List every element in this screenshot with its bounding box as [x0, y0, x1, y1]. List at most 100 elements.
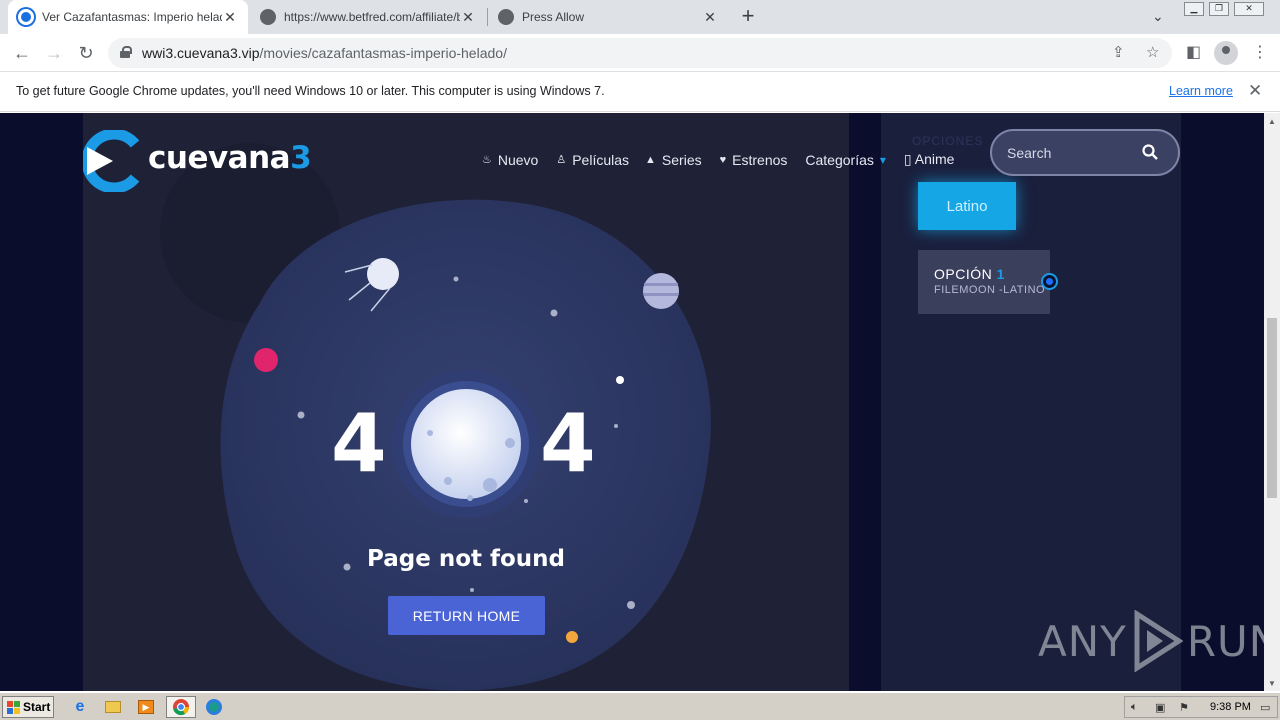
main-nav: ♨ Nuevo ♙ Películas ▲ Series ♥ Estrenos Cate… — [482, 151, 954, 168]
logo-word: cuevana — [148, 140, 291, 176]
new-tab-button[interactable]: + — [736, 4, 760, 30]
star — [616, 376, 624, 384]
show-desktop-icon[interactable]: ▭ — [1260, 701, 1270, 714]
star — [524, 499, 528, 503]
option-title: OPCIÓN 1 — [934, 266, 1050, 282]
learn-more-link[interactable]: Learn more — [1169, 84, 1233, 98]
moon-crater — [427, 430, 433, 436]
page-not-found-heading: Page not found — [366, 546, 566, 572]
play-logo-icon — [1134, 610, 1183, 672]
clock[interactable]: 9:38 PM — [1210, 701, 1251, 713]
action-center-flag-icon[interactable]: ⚑ — [1179, 701, 1189, 714]
nav-label: Series — [661, 151, 702, 168]
tab-search-chevron-icon[interactable]: ⌄ — [1152, 8, 1164, 25]
nav-label: Películas — [572, 151, 630, 168]
nav-item-series[interactable]: ▲ Series — [645, 151, 702, 168]
search-icon[interactable] — [1142, 144, 1158, 160]
satellite — [367, 258, 399, 290]
system-tray: 🔈︎ ▣ ⚑ 9:38 PM ▭ — [1124, 696, 1278, 718]
volume-icon[interactable]: 🔈︎ — [1131, 701, 1138, 714]
return-home-button[interactable]: RETURN HOME — [388, 596, 545, 635]
profile-avatar[interactable] — [1214, 41, 1238, 65]
close-tab-icon[interactable]: ✕ — [702, 9, 718, 26]
moon-crater — [505, 438, 515, 448]
tab-press-allow[interactable]: Press Allow ✕ — [488, 0, 728, 34]
chrome-icon[interactable] — [166, 696, 196, 718]
cuevana-logo-mark-icon — [83, 130, 140, 192]
orange-star — [566, 631, 578, 643]
internet-explorer-icon[interactable]: e — [68, 696, 92, 718]
windows-flag-icon — [7, 700, 20, 714]
back-button[interactable]: ← — [9, 40, 35, 66]
cuevana-logo[interactable]: cuevana3 — [83, 130, 333, 192]
triangle-icon: ▲ — [645, 153, 656, 166]
nav-item-anime[interactable]: ▯ Anime — [904, 151, 955, 168]
planet-stripe — [644, 283, 678, 286]
moon-crater — [483, 478, 497, 492]
share-icon[interactable]: ⇪ — [1112, 43, 1125, 61]
start-label: Start — [23, 700, 51, 714]
url-text[interactable]: wwi3.cuevana3.vip/movies/cazafantasmas-i… — [142, 45, 507, 61]
forward-button[interactable]: → — [41, 40, 67, 66]
star — [470, 588, 474, 592]
page-viewport: 4 4 Page not found RETURN HOME cuevana3 … — [0, 113, 1264, 691]
option-label: OPCIÓN — [934, 266, 993, 282]
planet-stripe — [644, 293, 678, 296]
error-digit-right: 4 — [540, 397, 596, 490]
tab-title: https://www.betfred.com/affiliate/b — [284, 10, 460, 24]
flame-icon: ♨ — [482, 154, 492, 166]
menu-kebab-icon[interactable]: ⋮ — [1252, 42, 1268, 62]
page-scrollbar[interactable]: ▲ ▼ — [1264, 113, 1280, 691]
start-button[interactable]: Start — [2, 696, 54, 718]
option-server: FILEMOON -LATINO — [934, 284, 1046, 296]
pink-planet — [254, 348, 278, 372]
nav-label: Nuevo — [497, 151, 539, 168]
nav-item-peliculas[interactable]: ♙ Películas — [556, 151, 629, 168]
star — [627, 601, 635, 609]
globe-icon — [498, 9, 514, 25]
tab-cuevana[interactable]: Ver Cazafantasmas: Imperio helado ✕ — [8, 0, 248, 34]
server-option-card[interactable]: OPCIÓN 1 FILEMOON -LATINO — [918, 250, 1050, 314]
address-bar[interactable]: wwi3.cuevana3.vip/movies/cazafantasmas-i… — [108, 38, 1172, 68]
media-player-icon[interactable]: ▶ — [134, 696, 158, 718]
lock-icon[interactable] — [120, 46, 132, 58]
cursor-indicator-icon — [1043, 275, 1056, 288]
site-search-input[interactable]: Search — [990, 129, 1180, 176]
edge-icon[interactable] — [202, 696, 226, 718]
tab-betfred[interactable]: https://www.betfred.com/affiliate/b ✕ — [250, 0, 486, 34]
nav-item-estrenos[interactable]: ♥ Estrenos — [720, 151, 788, 168]
nav-item-nuevo[interactable]: ♨ Nuevo — [482, 151, 538, 168]
browser-toolbar: ← → ↻ wwi3.cuevana3.vip/movies/cazafanta… — [0, 34, 1280, 72]
minimize-button[interactable]: ▁ — [1184, 2, 1204, 16]
update-infobar: To get future Google Chrome updates, you… — [0, 72, 1280, 112]
close-tab-icon[interactable]: ✕ — [460, 9, 476, 26]
side-panel-icon[interactable]: ◧ — [1186, 42, 1201, 62]
search-placeholder: Search — [1007, 145, 1052, 161]
reload-button[interactable]: ↻ — [73, 40, 99, 66]
network-icon[interactable]: ▣ — [1155, 701, 1165, 714]
anyrun-watermark: ANY RUN — [1038, 610, 1264, 672]
scroll-up-arrow-icon[interactable]: ▲ — [1268, 117, 1276, 126]
logo-number: 3 — [290, 140, 312, 176]
close-infobar-icon[interactable]: ✕ — [1248, 81, 1262, 101]
option-number: 1 — [996, 266, 1005, 282]
bookmark-star-icon[interactable]: ☆ — [1146, 43, 1159, 61]
close-window-button[interactable]: ✕ — [1234, 2, 1264, 16]
scrollbar-thumb[interactable] — [1267, 318, 1277, 498]
file-explorer-icon[interactable] — [101, 696, 125, 718]
restore-button[interactable]: ❐ — [1209, 2, 1229, 16]
nav-item-categorias[interactable]: Categorías ▾ — [805, 151, 886, 168]
star — [297, 411, 305, 419]
cuevana-favicon-icon — [18, 9, 34, 25]
latino-language-button[interactable]: Latino — [918, 182, 1016, 230]
options-heading: OPCIONES — [912, 134, 984, 148]
close-tab-icon[interactable]: ✕ — [222, 9, 238, 26]
watermark-right: RUN — [1186, 616, 1264, 666]
infobar-message: To get future Google Chrome updates, you… — [16, 84, 605, 98]
logo-wordmark: cuevana3 — [148, 140, 312, 176]
url-host: wwi3.cuevana3.vip — [142, 45, 260, 61]
error-illustration — [160, 143, 711, 691]
scroll-down-arrow-icon[interactable]: ▼ — [1268, 679, 1276, 688]
tab-strip: Ver Cazafantasmas: Imperio helado ✕ http… — [0, 0, 1280, 34]
watermark-left: ANY — [1038, 616, 1127, 666]
